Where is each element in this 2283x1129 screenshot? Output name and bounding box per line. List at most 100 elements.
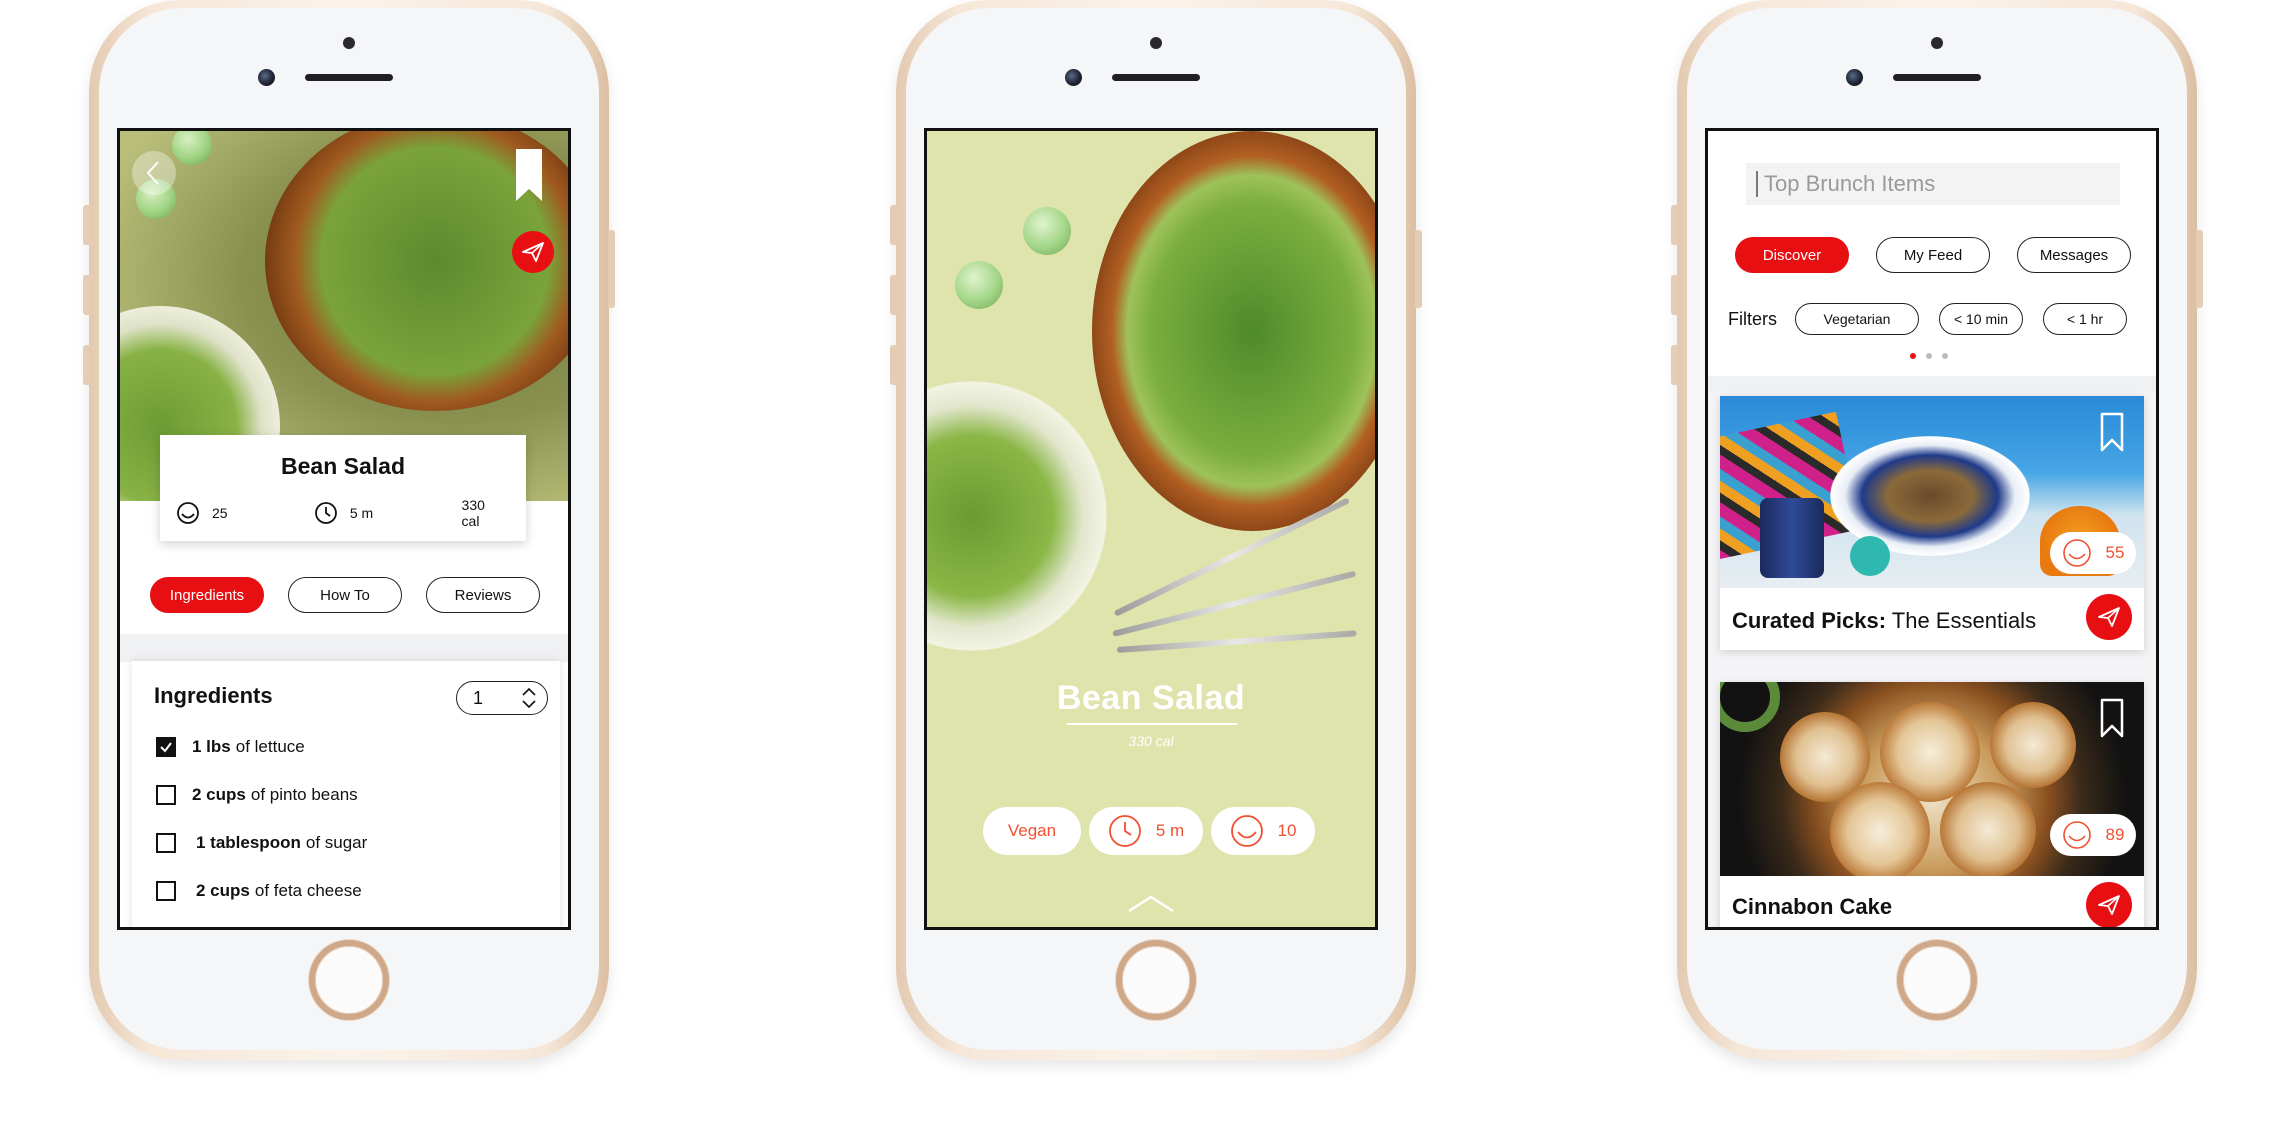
time-stat: 5 m (314, 501, 462, 525)
back-icon (146, 161, 159, 185)
checkmark-icon (160, 742, 172, 753)
back-button[interactable] (132, 151, 176, 195)
smiley-icon (177, 502, 199, 524)
clock-icon (1108, 815, 1141, 847)
filter-vegetarian[interactable]: Vegetarian (1795, 303, 1919, 335)
feed-card[interactable]: 89 Cinnabon Cake (1720, 682, 2144, 927)
stepper-arrows-icon[interactable] (521, 687, 537, 709)
ingredient-checkbox[interactable] (156, 881, 176, 901)
cinnamon-roll (1940, 782, 2036, 876)
diet-chip[interactable]: Vegan (983, 807, 1081, 855)
ingredient-row[interactable]: 1 tablespoon of sugar (156, 833, 367, 853)
ingredient-checkbox[interactable] (156, 785, 176, 805)
proximity-sensor (1150, 37, 1162, 49)
ingredient-qty: 1 tablespoon (196, 833, 301, 852)
ingredient-qty: 1 lbs (192, 737, 231, 756)
salad-plate (927, 381, 1107, 651)
title-underline (1067, 723, 1237, 725)
likes-count: 89 (2105, 825, 2125, 844)
card-title[interactable]: Cinnabon Cake (1732, 894, 1892, 920)
earpiece-speaker (1893, 74, 1981, 81)
tab-how-to[interactable]: How To (288, 577, 402, 613)
hero-photo: Bean Salad 330 cal Vegan 5 m 10 (927, 131, 1375, 927)
card-title-rest: The Essentials (1891, 608, 2037, 633)
ingredient-checkbox[interactable] (156, 737, 176, 757)
ingredient-qty: 2 cups (192, 785, 246, 804)
smiley-icon (1230, 815, 1263, 847)
cinnamon-roll (1990, 702, 2076, 788)
tab-ingredients[interactable]: Ingredients (150, 577, 264, 613)
proximity-sensor (343, 37, 355, 49)
ingredient-checkbox[interactable] (156, 833, 176, 853)
home-button[interactable] (1897, 940, 1977, 1020)
ingredient-row[interactable]: 2 cups of feta cheese (156, 881, 362, 901)
likes-chip[interactable]: 10 (1211, 807, 1315, 855)
recipe-tabs: Ingredients How To Reviews (120, 577, 568, 613)
feed-card[interactable]: 55 Curated Picks: The Essentials (1720, 396, 2144, 650)
salad-bowl (1092, 131, 1375, 531)
filter-under-10-min[interactable]: < 10 min (1939, 303, 2023, 335)
likes-count: 25 (212, 505, 228, 521)
bookmark-outline-icon (2100, 698, 2124, 738)
ingredient-row[interactable]: 1 lbs of lettuce (156, 737, 305, 757)
ingredient-name: of sugar (305, 833, 368, 852)
share-button[interactable] (2086, 594, 2132, 640)
card-title-bold: Cinnabon Cake (1732, 894, 1893, 919)
page-dot[interactable] (1926, 353, 1932, 359)
earpiece-speaker (305, 74, 393, 81)
search-input[interactable]: Top Brunch Items (1746, 163, 2120, 205)
screen: Top Brunch Items Discover My Feed Messag… (1705, 128, 2159, 930)
tab-my-feed[interactable]: My Feed (1876, 237, 1990, 273)
share-button[interactable] (512, 231, 554, 273)
servings-value: 1 (473, 687, 484, 708)
time-value: 5 m (349, 505, 374, 521)
tab-messages[interactable]: Messages (2017, 237, 2131, 273)
screen: Bean Salad 330 cal Vegan 5 m 10 (924, 128, 1378, 930)
share-button[interactable] (2086, 882, 2132, 927)
send-icon (2098, 607, 2120, 627)
bookmark-button[interactable] (2100, 698, 2124, 743)
filter-under-1-hr[interactable]: < 1 hr (2043, 303, 2127, 335)
page-dot[interactable] (1942, 353, 1948, 359)
likes-count: 10 (1277, 821, 1297, 840)
bookmark-outline-icon (2100, 412, 2124, 452)
phone-recipe-detail: Bean Salad 25 5 m 330 cal Ingredients Ho… (83, 0, 615, 1060)
smiley-icon (2062, 539, 2091, 567)
home-button[interactable] (309, 940, 389, 1020)
chevron-up-icon[interactable] (1127, 893, 1175, 913)
recipe-chips: Vegan 5 m 10 (983, 807, 1315, 855)
card-title-bold: Curated Picks: (1732, 608, 1887, 633)
recipe-summary-card: Bean Salad 25 5 m 330 cal (160, 435, 526, 541)
likes-badge[interactable]: 55 (2050, 532, 2136, 574)
home-button[interactable] (1116, 940, 1196, 1020)
recipe-title: Bean Salad (281, 453, 405, 479)
calories-stat: 330 cal (462, 497, 506, 529)
salt-shaker (1023, 207, 1071, 255)
macaron (1850, 536, 1890, 576)
page-indicator[interactable] (1910, 353, 1948, 359)
recipe-title: Bean Salad (1056, 679, 1246, 717)
servings-stepper[interactable]: 1 (456, 681, 548, 715)
bookmark-icon (516, 149, 542, 201)
tab-discover[interactable]: Discover (1735, 237, 1849, 273)
cinnamon-roll (1830, 782, 1930, 876)
ingredient-row[interactable]: 2 cups of pinto beans (156, 785, 358, 805)
time-chip[interactable]: 5 m (1089, 807, 1203, 855)
page-dot[interactable] (1910, 353, 1916, 359)
earpiece-speaker (1112, 74, 1200, 81)
ingredient-name: of lettuce (235, 737, 305, 756)
likes-badge[interactable]: 89 (2050, 814, 2136, 856)
tab-reviews[interactable]: Reviews (426, 577, 540, 613)
send-icon (522, 242, 544, 262)
phone-feed: Top Brunch Items Discover My Feed Messag… (1671, 0, 2203, 1060)
screen: Bean Salad 25 5 m 330 cal Ingredients Ho… (117, 128, 571, 930)
ingredients-heading: Ingredients (154, 683, 273, 708)
green-dish (1720, 682, 1780, 732)
calories-value: 330 cal (1128, 733, 1174, 749)
time-value: 5 m (1155, 821, 1185, 840)
bookmark-button[interactable] (516, 149, 542, 206)
likes-stat: 25 (176, 501, 314, 525)
filters-label: Filters (1728, 308, 1777, 329)
bookmark-button[interactable] (2100, 412, 2124, 457)
card-title[interactable]: Curated Picks: The Essentials (1732, 608, 2036, 634)
